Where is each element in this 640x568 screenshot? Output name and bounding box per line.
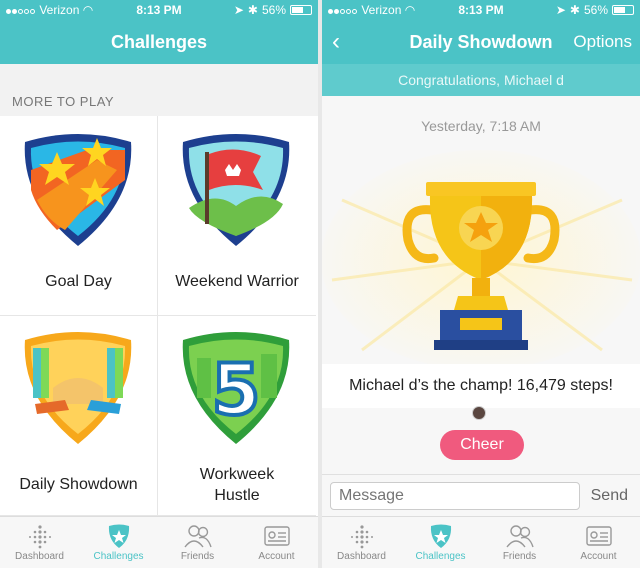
champion-message: Michael d’s the champ! 16,479 steps! [322, 364, 640, 408]
dashboard-dots-icon [28, 525, 51, 549]
tab-challenges[interactable]: Challenges [79, 517, 158, 568]
tab-label: Dashboard [337, 551, 386, 562]
challenge-label: Daily Showdown [19, 476, 138, 493]
timestamp: Yesterday, 7:18 AM [421, 118, 541, 134]
challenge-label: Goal Day [45, 273, 112, 290]
friends-people-icon [183, 525, 212, 548]
bluetooth-icon: ✱ [247, 3, 258, 17]
tab-bar: Dashboard Challenges Friends Account [0, 516, 318, 568]
goal-day-badge-icon [24, 134, 132, 246]
tab-dashboard[interactable]: Dashboard [322, 517, 401, 568]
challenge-grid: Goal Day Weekend Warrior Daily Showdown … [0, 116, 318, 516]
challenge-label: Workweek Hustle [199, 466, 275, 504]
challenges-screen: Verizon ◠ 8:13 PM ➤ ✱ 56% Challenges MOR… [0, 0, 318, 568]
dashboard-dots-icon [350, 525, 373, 549]
send-button[interactable]: Send [591, 487, 628, 505]
tab-label: Friends [180, 551, 215, 562]
location-icon: ➤ [555, 3, 566, 17]
tab-label: Friends [502, 551, 537, 562]
status-bar: Verizon ◠ 8:13 PM ➤ ✱ 56% [0, 0, 318, 20]
options-button[interactable]: Options [573, 32, 632, 52]
tab-bar: Dashboard Challenges Friends Account [322, 516, 640, 568]
nav-bar: ‹ Daily Showdown Options [322, 20, 640, 64]
battery-status: ➤ ✱ 56% [556, 3, 634, 17]
tab-friends[interactable]: Friends [480, 517, 559, 568]
section-header: MORE TO PLAY [0, 64, 318, 116]
daily-showdown-screen: Verizon ◠ 8:13 PM ➤ ✱ 56% ‹ Daily Showdo… [322, 0, 640, 568]
tab-label: Challenges [93, 551, 144, 562]
message-bar: Send [322, 474, 640, 516]
challenge-label: Weekend Warrior [175, 273, 299, 290]
tab-account[interactable]: Account [237, 517, 316, 568]
tab-friends[interactable]: Friends [158, 517, 237, 568]
weekend-warrior-badge-icon [182, 134, 290, 246]
account-card-icon [263, 526, 290, 546]
page-title: Challenges [110, 32, 208, 52]
workweek-hustle-badge-icon: 5 [182, 332, 290, 444]
challenge-weekend-warrior[interactable]: Weekend Warrior [158, 116, 316, 316]
trophy-illustration [322, 140, 640, 370]
account-card-icon [585, 526, 612, 546]
tab-challenges[interactable]: Challenges [401, 517, 480, 568]
battery-status: ➤ ✱ 56% [234, 3, 312, 17]
battery-icon [612, 5, 634, 15]
challenge-workweek-hustle[interactable]: 5 Workweek Hustle [158, 316, 316, 516]
tab-account[interactable]: Account [559, 517, 638, 568]
challenges-star-badge-icon [430, 524, 451, 548]
tab-label: Account [258, 551, 295, 562]
status-bar: Verizon ◠ 8:13 PM ➤ ✱ 56% [322, 0, 640, 20]
location-icon: ➤ [233, 3, 244, 17]
message-input[interactable] [330, 482, 580, 510]
badge-number: 5 [212, 349, 261, 431]
friends-people-icon [505, 525, 534, 548]
battery-percent: 56% [261, 3, 286, 17]
challenge-goal-day[interactable]: Goal Day [0, 116, 158, 316]
battery-icon [290, 5, 312, 15]
tab-label: Dashboard [15, 551, 64, 562]
avatar [472, 406, 486, 420]
trophy-icon [322, 150, 640, 370]
tab-label: Challenges [415, 551, 466, 562]
battery-percent: 56% [583, 3, 608, 17]
nav-bar: Challenges [0, 20, 318, 64]
daily-showdown-badge-icon [24, 332, 132, 444]
challenge-daily-showdown[interactable]: Daily Showdown [0, 316, 158, 516]
tab-label: Account [580, 551, 617, 562]
tab-dashboard[interactable]: Dashboard [0, 517, 79, 568]
cheer-button[interactable]: Cheer [440, 430, 524, 460]
bluetooth-icon: ✱ [569, 3, 580, 17]
challenges-star-badge-icon [108, 524, 129, 548]
congrats-banner: Congratulations, Michael d [322, 64, 640, 96]
